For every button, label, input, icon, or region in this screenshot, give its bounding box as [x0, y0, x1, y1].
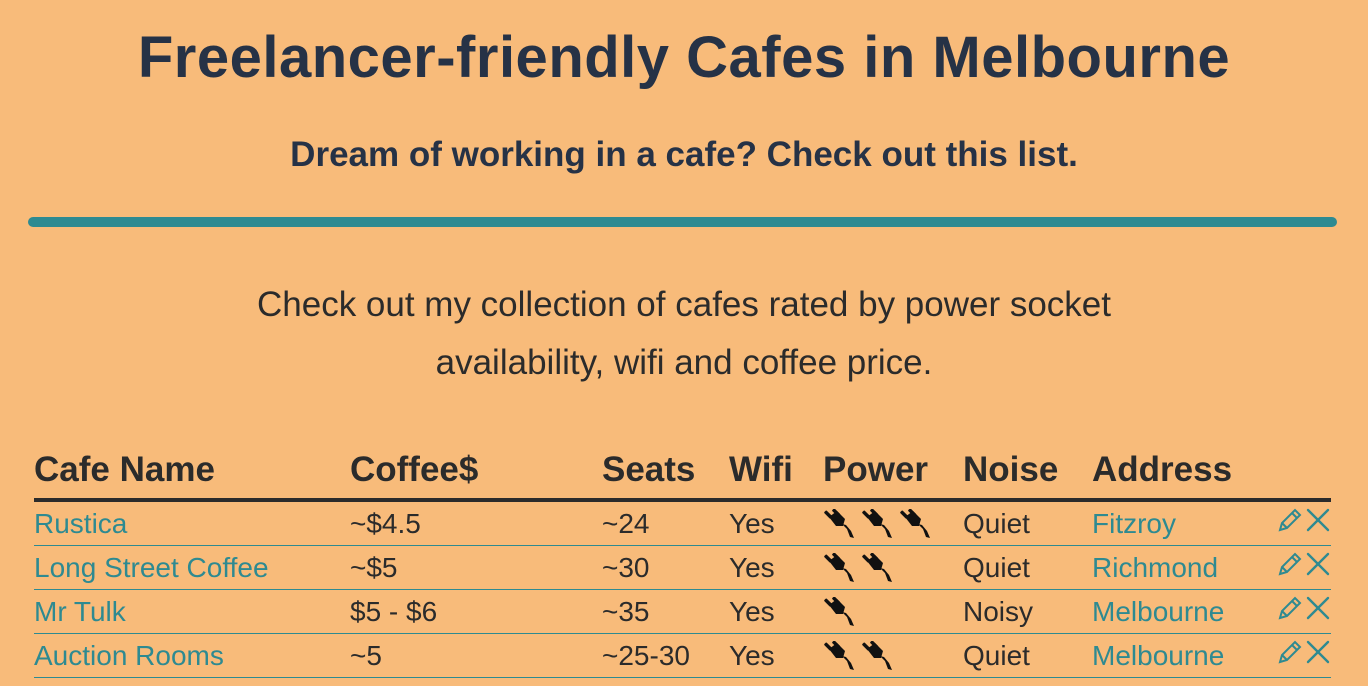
row-actions-group [1262, 595, 1331, 628]
page-subtitle: Dream of working in a cafe? Check out th… [290, 135, 1078, 174]
row-actions [1262, 500, 1331, 546]
row-actions-group [1262, 507, 1331, 540]
row-actions-group [1262, 551, 1331, 584]
intro-text: Check out my collection of cafes rated b… [256, 285, 1111, 382]
power-plug-icon [861, 508, 895, 539]
pencil-icon[interactable] [1277, 639, 1303, 672]
table-row: Long Street Coffee ~$5 ~30 Yes Quiet Richmond [34, 545, 1331, 590]
row-actions [1262, 589, 1331, 634]
coffee-price: ~5 [350, 633, 602, 678]
column-header-address[interactable]: Address [1092, 446, 1262, 502]
power-plug-icon [823, 508, 857, 539]
page: Freelancer-friendly Cafes in Melbourne D… [0, 0, 1368, 686]
cafe-name-link[interactable]: Auction Rooms [34, 633, 350, 678]
power-plug-icon [861, 640, 895, 671]
coffee-price: ~$5 [350, 545, 602, 590]
noise-level: Noisy [963, 589, 1092, 634]
row-actions [1262, 545, 1331, 590]
power-plug-icon [861, 552, 895, 583]
cafe-name-link[interactable]: Mr Tulk [34, 589, 350, 634]
power-rating [823, 500, 963, 546]
noise-level: Quiet [963, 545, 1092, 590]
table-header-row: Cafe Name Coffee$ Seats Wifi Power Noise… [34, 446, 1331, 502]
wifi-status: Yes [729, 545, 823, 590]
page-title: Freelancer-friendly Cafes in Melbourne [137, 25, 1231, 90]
address-link[interactable]: Richmond [1092, 545, 1262, 590]
column-header-wifi[interactable]: Wifi [729, 446, 823, 502]
pencil-icon[interactable] [1277, 551, 1303, 584]
address-link[interactable]: Melbourne [1092, 633, 1262, 678]
cafe-name-link[interactable]: Rustica [34, 500, 350, 546]
column-header-power[interactable]: Power [823, 446, 963, 502]
power-rating-icons [823, 640, 963, 671]
pencil-icon[interactable] [1277, 595, 1303, 628]
column-header-cafe-name[interactable]: Cafe Name [34, 446, 350, 502]
table-body: Rustica ~$4.5 ~24 Yes Quiet Fitzroy Long Stree… [34, 500, 1331, 678]
seats-count: ~30 [602, 545, 729, 590]
close-icon[interactable] [1305, 595, 1331, 628]
power-rating [823, 545, 963, 590]
coffee-price: $5 - $6 [350, 589, 602, 634]
power-plug-icon [823, 640, 857, 671]
column-header-seats[interactable]: Seats [602, 446, 729, 502]
cafe-table: Cafe Name Coffee$ Seats Wifi Power Noise… [34, 446, 1331, 678]
power-plug-icon [823, 596, 857, 627]
wifi-status: Yes [729, 633, 823, 678]
power-plug-icon [899, 508, 933, 539]
close-icon[interactable] [1305, 551, 1331, 584]
power-rating-icons [823, 596, 963, 627]
power-rating-icons [823, 508, 963, 539]
column-header-noise[interactable]: Noise [963, 446, 1092, 502]
row-actions-group [1262, 639, 1331, 672]
power-rating [823, 633, 963, 678]
address-link[interactable]: Melbourne [1092, 589, 1262, 634]
address-link[interactable]: Fitzroy [1092, 500, 1262, 546]
seats-count: ~25-30 [602, 633, 729, 678]
power-rating-icons [823, 552, 963, 583]
table-row: Mr Tulk $5 - $6 ~35 Yes Noisy Melbourne [34, 589, 1331, 634]
table-row: Rustica ~$4.5 ~24 Yes Quiet Fitzroy [34, 500, 1331, 546]
power-rating [823, 589, 963, 634]
close-icon[interactable] [1305, 507, 1331, 540]
cafe-name-link[interactable]: Long Street Coffee [34, 545, 350, 590]
row-actions [1262, 633, 1331, 678]
close-icon[interactable] [1305, 639, 1331, 672]
noise-level: Quiet [963, 500, 1092, 546]
seats-count: ~24 [602, 500, 729, 546]
pencil-icon[interactable] [1277, 507, 1303, 540]
column-header-actions [1262, 446, 1331, 502]
noise-level: Quiet [963, 633, 1092, 678]
coffee-price: ~$4.5 [350, 500, 602, 546]
wifi-status: Yes [729, 500, 823, 546]
seats-count: ~35 [602, 589, 729, 634]
column-header-coffee-price[interactable]: Coffee$ [350, 446, 602, 502]
wifi-status: Yes [729, 589, 823, 634]
table-row: Auction Rooms ~5 ~25-30 Yes Quiet Melbourne [34, 633, 1331, 678]
divider [28, 217, 1337, 227]
power-plug-icon [823, 552, 857, 583]
